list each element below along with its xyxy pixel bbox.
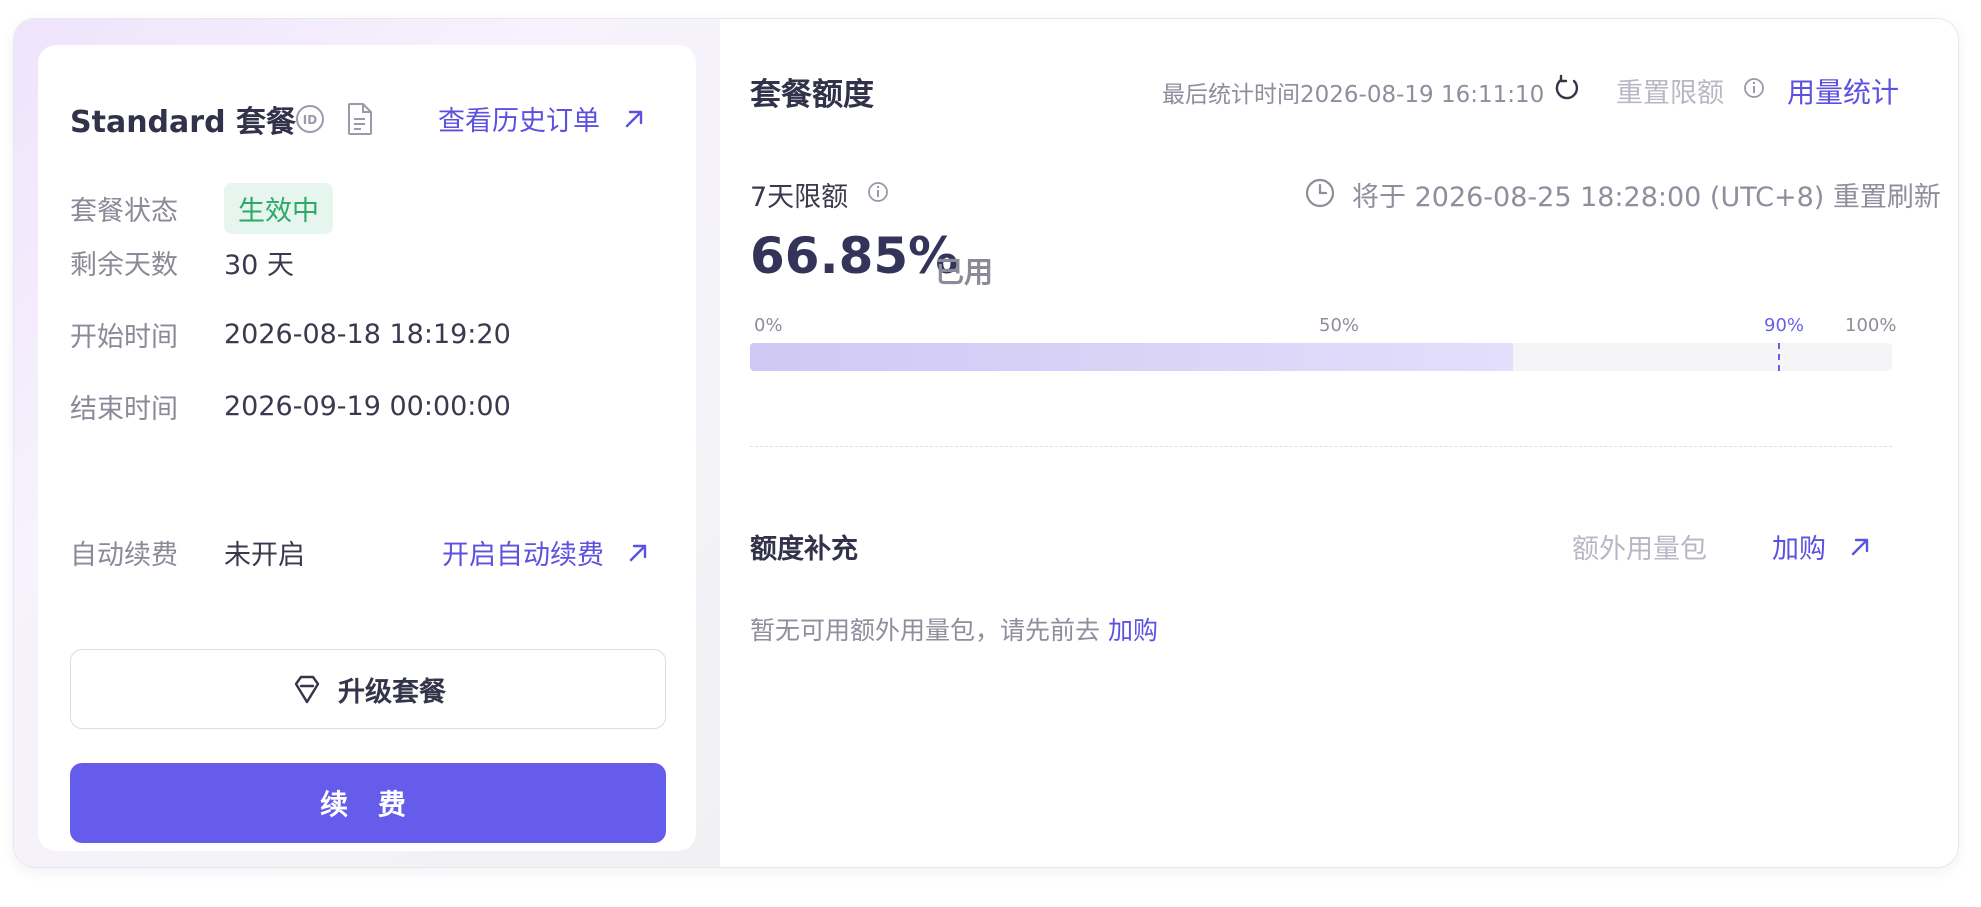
last-stat-time: 最后统计时间2026-08-19 16:11:10 (1162, 82, 1545, 108)
external-arrow-icon (1851, 538, 1869, 555)
extra-package-label: 额外用量包 (1572, 534, 1707, 565)
reset-time: 将于 2026-08-25 18:28:00 (UTC+8) 重置刷新 (1352, 182, 1941, 213)
usage-progress-bar (750, 343, 1892, 371)
plan-card: Standard 套餐 ID 查看历史订单 套餐状态 生效中 剩余天数 30 天… (13, 18, 1959, 868)
usage-stats-link[interactable]: 用量统计 (1787, 71, 1899, 111)
section-divider (750, 446, 1892, 447)
reset-limit-button[interactable]: 重置限额 (1616, 71, 1724, 110)
info-icon[interactable] (867, 181, 889, 203)
quota-section: 套餐额度 最后统计时间2026-08-19 16:11:10 重置限额 用量统计… (14, 19, 1958, 867)
quota-title: 套餐额度 (750, 77, 874, 113)
tick-50: 50% (1319, 315, 1360, 336)
usage-progress-fill (750, 343, 1514, 371)
used-label: 已用 (935, 255, 994, 289)
buy-extra-link[interactable]: 加购 (1772, 527, 1872, 566)
buy-extra-label: 加购 (1772, 534, 1826, 565)
clock-icon (1305, 178, 1335, 208)
tick-100: 100% (1845, 315, 1897, 336)
empty-extra-text: 暂无可用额外用量包，请先前去 (750, 616, 1101, 645)
refresh-icon[interactable] (1552, 73, 1582, 103)
threshold-marker (1777, 343, 1780, 371)
empty-extra-note: 暂无可用额外用量包，请先前去 加购 (750, 611, 1158, 647)
empty-buy-link[interactable]: 加购 (1108, 616, 1158, 645)
supplement-title: 额度补充 (750, 534, 858, 565)
limit-label: 7天限额 (750, 182, 849, 213)
usage-percent: 66.85% (750, 227, 959, 285)
tick-0: 0% (754, 315, 783, 336)
info-icon[interactable] (1743, 77, 1765, 99)
tick-90: 90% (1764, 315, 1805, 336)
